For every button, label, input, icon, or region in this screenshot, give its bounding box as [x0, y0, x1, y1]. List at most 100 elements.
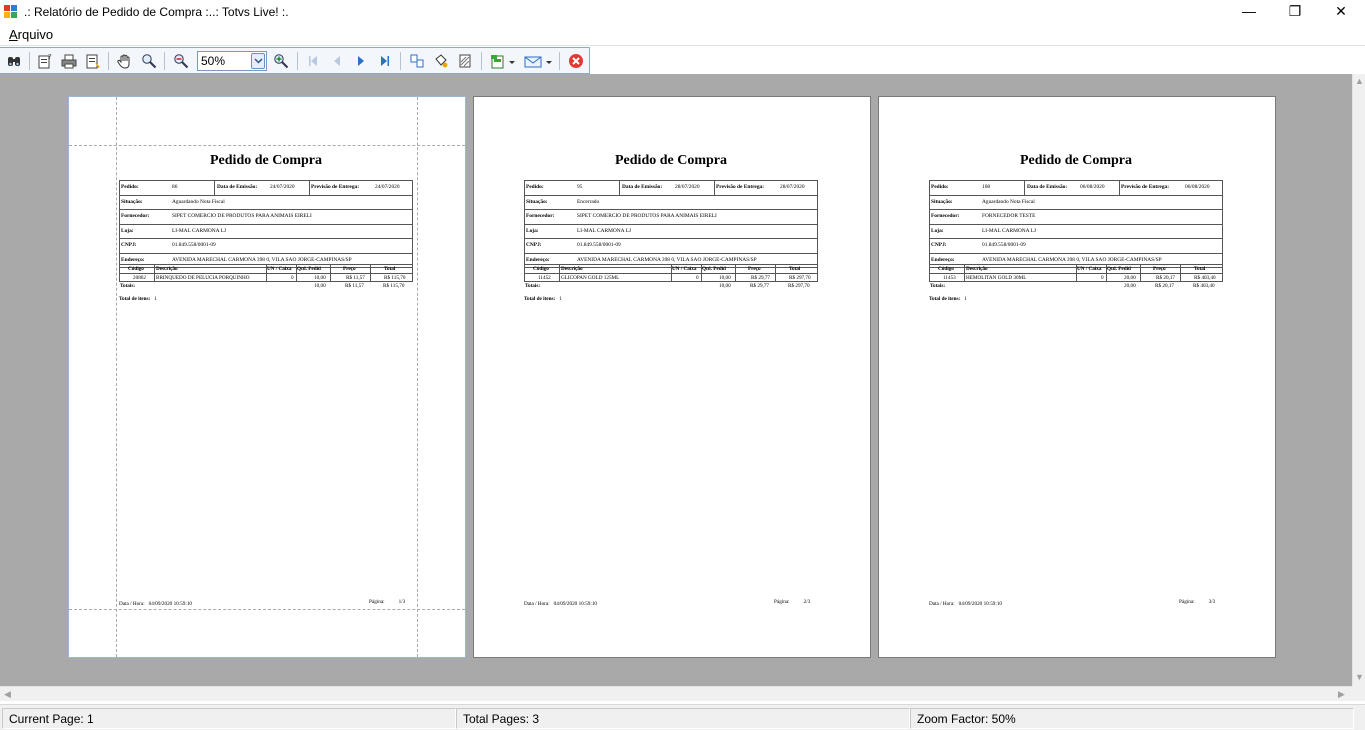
multipage-button[interactable]	[407, 51, 427, 71]
next-page-icon	[358, 56, 364, 66]
email-button[interactable]	[522, 51, 554, 71]
fornecedor-value: FORNECEDOR TESTE	[982, 213, 1036, 219]
situacao-label: Situação:	[931, 198, 953, 205]
maximize-button[interactable]: ❐	[1272, 0, 1318, 22]
zoom-out-button[interactable]	[171, 51, 191, 71]
item-codigo: 11453	[943, 275, 956, 281]
tot-total: R$ 297,70	[788, 283, 810, 289]
header-row: Situação: Encerrado	[525, 196, 817, 210]
vertical-scrollbar[interactable]: ▲ ▼	[1352, 74, 1365, 686]
zoom-out-icon	[174, 54, 189, 69]
total-itens: Total de itens: 1	[119, 296, 157, 302]
endereco-value: AVENIDA MARECHAL CARMONA 398 0, VILA SAO…	[577, 256, 757, 263]
fornecedor-value: SIPET COMERCIO DE PRODUTOS PARA ANIMAIS …	[172, 213, 312, 219]
previsao-value: 24/07/2020	[375, 184, 400, 190]
minimize-icon: —	[1242, 3, 1256, 19]
find-button[interactable]	[4, 51, 24, 71]
horizontal-scrollbar[interactable]: ◀ ▶	[0, 686, 1352, 701]
status-bar: Current Page: 1 Total Pages: 3 Zoom Fact…	[0, 704, 1365, 730]
toolbar-separator	[297, 52, 298, 70]
header-row: Loja: LI-MAL CARMONA LJ	[930, 225, 1222, 239]
column-divider	[330, 265, 331, 281]
first-page-button[interactable]	[303, 51, 323, 71]
col-descricao: Descrição	[156, 266, 178, 272]
col-descricao: Descrição	[561, 266, 583, 272]
report-footer-page: Página: 2/3	[774, 599, 810, 605]
fornecedor-label: Fornecedor:	[121, 213, 150, 219]
backcolor-icon	[435, 54, 448, 68]
scroll-up-icon[interactable]: ▲	[1355, 76, 1364, 86]
col-preco: Preço	[748, 266, 761, 272]
toolbar-separator	[29, 52, 30, 70]
print-preview-button[interactable]	[83, 51, 103, 71]
watermark-button[interactable]	[455, 51, 475, 71]
minimize-button[interactable]: —	[1226, 0, 1272, 22]
data-emissao-label: Data de Emissão:	[622, 184, 663, 190]
close-preview-button[interactable]	[566, 51, 586, 71]
previsao-label: Previsão de Entrega:	[311, 184, 360, 190]
data-hora-label: Data / Hora:	[524, 601, 550, 607]
report-header-box: Pedido: 95 Data de Emissão: 28/07/2020 Previ…	[524, 180, 818, 268]
print-button[interactable]	[59, 51, 79, 71]
item-descricao: GLICOPAN GOLD 125ML	[561, 275, 620, 281]
magnifier-button[interactable]	[139, 51, 159, 71]
data-hora-label: Data / Hora:	[119, 601, 145, 607]
first-page-icon	[309, 56, 317, 66]
header-row: Loja: LI-MAL CARMONA LJ	[525, 225, 817, 239]
zoom-dropdown-button[interactable]	[251, 53, 265, 69]
pagina-label: Página:	[774, 599, 790, 605]
hand-tool-button[interactable]	[115, 51, 135, 71]
report-title: Pedido de Compra	[615, 153, 727, 168]
col-preco: Preço	[1153, 266, 1166, 272]
item-un: 0	[1101, 275, 1104, 281]
endereco-label: Endereço:	[526, 256, 550, 263]
col-total: Total	[1194, 266, 1206, 272]
item-un: 0	[696, 275, 699, 281]
item-codigo: 20862	[133, 275, 146, 281]
report-title: Pedido de Compra	[1020, 153, 1132, 168]
data-emissao-value: 24/07/2020	[270, 184, 295, 190]
scroll-left-icon[interactable]: ◀	[4, 689, 11, 700]
menu-arquivo[interactable]: Arquivo	[9, 27, 53, 42]
col-total: Total	[789, 266, 801, 272]
scroll-down-icon[interactable]: ▼	[1355, 672, 1364, 682]
data-emissao-value: 06/08/2020	[1080, 184, 1105, 190]
col-qtd: Qtd. Pedid	[1107, 266, 1131, 272]
print-preview-icon	[86, 54, 100, 69]
backcolor-button[interactable]	[431, 51, 451, 71]
page-setup-button[interactable]: ?	[35, 51, 55, 71]
situacao-value: Aguardando Nota Fiscal	[982, 198, 1035, 205]
pagina-value: 2/3	[803, 599, 811, 605]
close-window-button[interactable]: ✕	[1318, 0, 1364, 22]
data-hora-label: Data / Hora:	[929, 601, 955, 607]
data-hora-value: 04/09/2020 10:59:10	[958, 601, 1003, 607]
previous-page-icon	[334, 56, 340, 66]
header-row: CNPJ: 01.849.558/0001-09	[525, 239, 817, 254]
header-row: Fornecedor: SIPET COMERCIO DE PRODUTOS PA…	[525, 210, 817, 225]
zoom-combobox[interactable]: 50%	[197, 51, 267, 71]
data-hora-value: 04/09/2020 10:59:10	[148, 601, 193, 607]
situacao-label: Situação:	[526, 198, 548, 205]
report-page-3[interactable]: Pedido de Compra Pedido: 108 Data de Emissã…	[878, 96, 1276, 658]
item-codigo: 11452	[538, 275, 551, 281]
totais-label: Totais:	[930, 283, 946, 289]
status-total-pages: Total Pages: 3	[456, 708, 910, 729]
menu-arquivo-accel: A	[9, 27, 18, 42]
totais-label: Totais:	[120, 283, 136, 289]
column-divider	[370, 265, 371, 281]
report-page-1[interactable]: Pedido de Compra Pedido: 86 Data de Emissão…	[68, 96, 466, 658]
item-total: R$ 297,70	[789, 275, 811, 281]
last-page-button[interactable]	[375, 51, 395, 71]
pagina-value: 3/3	[1208, 599, 1216, 605]
zoom-in-button[interactable]	[271, 51, 291, 71]
col-descricao: Descrição	[966, 266, 988, 272]
item-preco: R$ 11,57	[346, 275, 365, 281]
menu-bar: Arquivo	[0, 24, 1365, 46]
scroll-right-icon[interactable]: ▶	[1338, 689, 1345, 700]
export-button[interactable]	[488, 51, 518, 71]
item-total: R$ 115,70	[384, 275, 406, 281]
next-page-button[interactable]	[351, 51, 371, 71]
previous-page-button[interactable]	[327, 51, 347, 71]
report-page-2[interactable]: Pedido de Compra Pedido: 95 Data de Emissão…	[473, 96, 871, 658]
cell-divider	[619, 181, 620, 195]
